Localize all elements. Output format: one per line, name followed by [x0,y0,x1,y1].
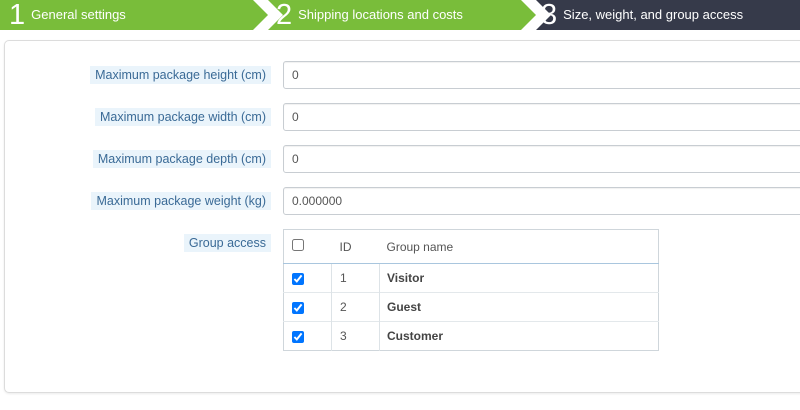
wizard-step-size-weight-group[interactable]: 3 Size, weight, and group access [536,0,800,30]
max-depth-input[interactable] [283,145,800,173]
step-number: 1 [9,0,26,31]
select-all-cell [283,229,332,264]
table-row: 3 Customer [283,321,659,351]
group-guest-checkbox[interactable] [292,301,304,314]
wizard-steps: 1 General settings 2 Shipping locations … [0,0,800,30]
wizard-step-general-settings[interactable]: 1 General settings [0,0,268,30]
wizard-step-shipping-locations[interactable]: 2 Shipping locations and costs [268,0,536,30]
max-depth-label: Maximum package depth (cm) [92,150,271,168]
group-name: Visitor [387,271,425,285]
table-header-row: ID Group name [283,229,659,264]
max-height-label: Maximum package height (cm) [90,66,271,84]
group-access-label-wrap: Group access [183,234,271,252]
group-access-label: Group access [183,234,271,252]
max-weight-label: Maximum package weight (kg) [91,192,271,210]
max-height-row: Maximum package height (cm) [0,61,800,89]
group-name-column-header: Group name [379,229,659,264]
max-weight-row: Maximum package weight (kg) [0,187,800,215]
max-width-input[interactable] [283,103,800,131]
max-width-label: Maximum package width (cm) [94,108,271,126]
group-customer-checkbox[interactable] [292,330,304,343]
id-column-header: ID [331,229,380,264]
max-width-row: Maximum package width (cm) [0,103,800,131]
select-all-checkbox[interactable] [292,239,304,252]
max-height-input[interactable] [283,61,800,89]
group-visitor-checkbox[interactable] [292,272,304,285]
group-access-table: ID Group name 1 Visitor 2 Guest 3 Custom… [283,229,659,351]
step-number: 2 [276,0,293,31]
group-id: 1 [331,263,380,293]
max-weight-input[interactable] [283,187,800,215]
group-name: Guest [387,300,422,314]
step-number: 3 [541,0,558,31]
group-name: Customer [387,329,444,343]
group-id: 2 [331,292,380,322]
table-row: 2 Guest [283,292,659,322]
step-label: Size, weight, and group access [563,7,744,22]
table-row: 1 Visitor [283,263,659,293]
step-label: Shipping locations and costs [298,7,463,22]
max-depth-row: Maximum package depth (cm) [0,145,800,173]
step-label: General settings [31,7,126,22]
group-id: 3 [331,321,380,351]
